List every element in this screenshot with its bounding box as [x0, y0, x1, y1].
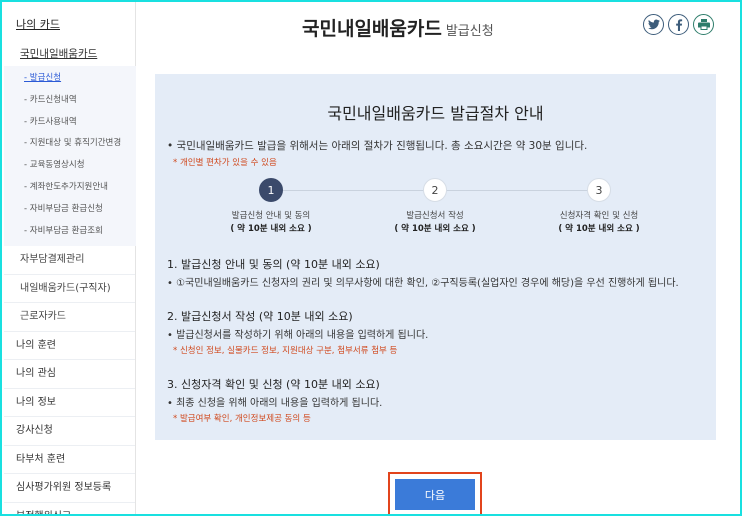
sidebar-item-evaluator-register[interactable]: 심사평가위원 정보등록 — [4, 474, 135, 503]
page-title: 국민내일배움카드 발급신청 — [302, 14, 602, 41]
sidebar-item-my-training[interactable]: 나의 훈련 — [4, 332, 135, 361]
sidebar-subitem-refund-check[interactable]: - 자비부담금 환급조회 — [4, 221, 136, 243]
panel-title: 국민내일배움카드 발급절차 안내 — [327, 104, 544, 123]
sidebar-item-instructor-apply[interactable]: 강사신청 — [4, 417, 135, 446]
facebook-icon[interactable] — [668, 14, 689, 35]
sidebar-subitem-card-history[interactable]: - 카드신청내역 — [4, 90, 136, 112]
step-time: ( 약 10분 내외 소요 ) — [230, 224, 312, 234]
sidebar-item-my-card[interactable]: 나의 카드 — [4, 2, 135, 38]
step-number: 3 — [587, 178, 611, 202]
sidebar-subitem-apply[interactable]: - 발급신청 — [4, 68, 136, 90]
sidebar-item-jobseeker-card[interactable]: 내일배움카드(구직자) — [4, 275, 135, 304]
step-1: 1 발급신청 안내 및 동의 ( 약 10분 내외 소요 ) — [191, 178, 351, 236]
sidebar-item-other-ministry[interactable]: 타부처 훈련 — [4, 446, 135, 475]
sidebar-subitem-limit-support[interactable]: - 계좌한도추가지원안내 — [4, 177, 136, 199]
sidebar-item-my-interest[interactable]: 나의 관심 — [4, 360, 135, 389]
page-title-main: 국민내일배움카드 — [302, 18, 442, 40]
procedure-panel: 국민내일배움카드 발급절차 안내 • 국민내일배움카드 발급을 위해서는 아래의… — [155, 74, 716, 440]
next-button[interactable]: 다음 — [395, 479, 475, 510]
section-3-heading: 3. 신청자격 확인 및 신청 (약 10분 내외 소요) — [167, 378, 380, 391]
step-number: 1 — [259, 178, 283, 202]
step-label: 신청자격 확인 및 신청 — [559, 211, 639, 221]
section-3-text: • 최종 신청을 위해 아래의 내용을 입력하게 됩니다. — [167, 398, 383, 409]
step-2: 2 발급신청서 작성 ( 약 10분 내외 소요 ) — [355, 178, 515, 236]
social-buttons — [643, 14, 714, 35]
sidebar-item-national-card[interactable]: 국민내일배움카드 — [4, 38, 135, 66]
sidebar: 나의 카드 국민내일배움카드 - 발급신청 - 카드신청내역 - 카드사용내역 … — [4, 2, 136, 514]
sidebar-subitem-refund-apply[interactable]: - 자비부담금 환급신청 — [4, 199, 136, 221]
section-1-text: • ①국민내일배움카드 신청자의 권리 및 의무사항에 대한 확인, ②구직등록… — [167, 278, 679, 289]
step-label: 발급신청 안내 및 동의 — [231, 211, 311, 221]
section-2-note: * 신청인 정보, 실물카드 정보, 지원대상 구분, 첨부서류 첨부 등 — [173, 346, 398, 356]
intro-text: • 국민내일배움카드 발급을 위해서는 아래의 절차가 진행됩니다. 총 소요시… — [167, 140, 588, 152]
section-2-text: • 발급신청서를 작성하기 위해 아래의 내용을 입력하게 됩니다. — [167, 330, 429, 341]
sidebar-item-self-pay[interactable]: 자부담결제관리 — [4, 246, 135, 275]
print-icon[interactable] — [693, 14, 714, 35]
step-number: 2 — [423, 178, 447, 202]
twitter-icon[interactable] — [643, 14, 664, 35]
section-3-note: * 발급여부 확인, 개인정보제공 동의 등 — [173, 414, 311, 424]
sidebar-subitem-card-usage[interactable]: - 카드사용내역 — [4, 112, 136, 134]
step-3: 3 신청자격 확인 및 신청 ( 약 10분 내외 소요 ) — [519, 178, 679, 236]
step-indicator: 1 발급신청 안내 및 동의 ( 약 10분 내외 소요 ) 2 발급신청서 작성… — [155, 178, 716, 240]
sidebar-item-my-info[interactable]: 나의 정보 — [4, 389, 135, 418]
page-title-sub: 발급신청 — [445, 24, 494, 39]
sidebar-submenu: - 발급신청 - 카드신청내역 - 카드사용내역 - 지원대상 및 휴직기간변경… — [4, 66, 136, 247]
step-time: ( 약 10분 내외 소요 ) — [558, 224, 640, 234]
sidebar-item-fraud-report[interactable]: 부정행위신고 — [4, 503, 135, 514]
step-time: ( 약 10분 내외 소요 ) — [394, 224, 476, 234]
section-2-heading: 2. 발급신청서 작성 (약 10분 내외 소요) — [167, 310, 353, 323]
app-frame: 나의 카드 국민내일배움카드 - 발급신청 - 카드신청내역 - 카드사용내역 … — [0, 0, 742, 516]
step-label: 발급신청서 작성 — [406, 211, 464, 221]
sidebar-subitem-eligibility-change[interactable]: - 지원대상 및 휴직기간변경 — [4, 133, 136, 155]
sidebar-subitem-education-video[interactable]: - 교육동영상시청 — [4, 155, 136, 177]
intro-note: * 개인별 편차가 있을 수 있음 — [173, 158, 277, 168]
sidebar-item-worker-card[interactable]: 근로자카드 — [4, 303, 135, 332]
section-1-heading: 1. 발급신청 안내 및 동의 (약 10분 내외 소요) — [167, 258, 380, 271]
next-button-highlight: 다음 — [388, 472, 482, 514]
